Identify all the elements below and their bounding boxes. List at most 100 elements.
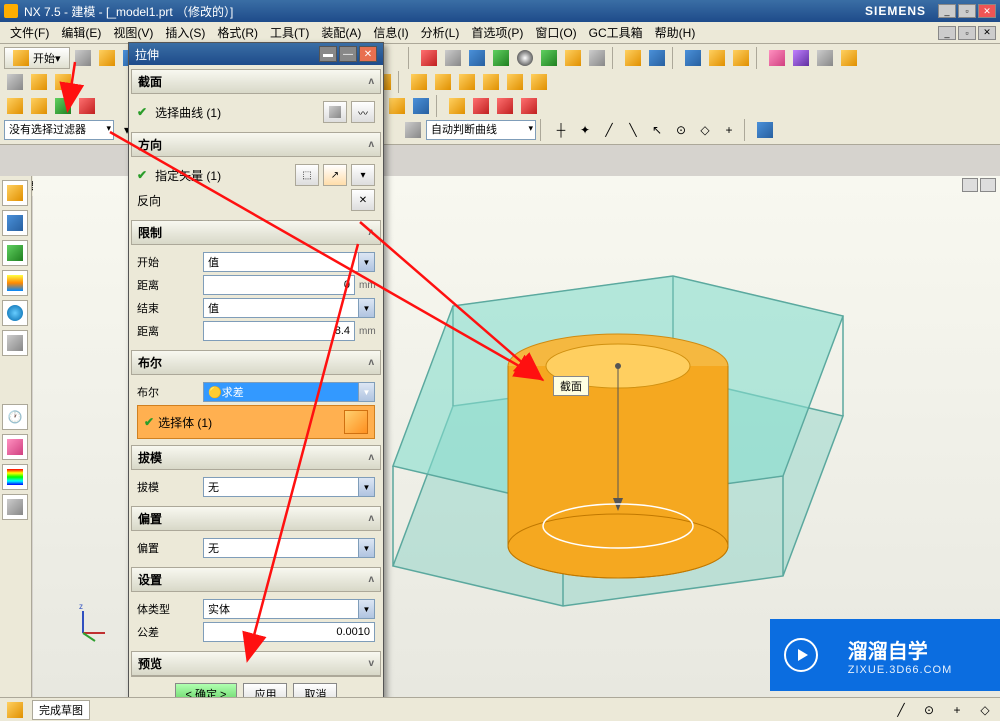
menu-info[interactable]: 信息(I) (367, 22, 414, 43)
curve-rule-combo[interactable]: 自动判断曲线 (426, 120, 536, 140)
status-snap2-icon[interactable]: ⊙ (918, 699, 940, 721)
menu-format[interactable]: 格式(R) (211, 22, 264, 43)
tb-subtract-icon[interactable] (432, 71, 454, 93)
tb-hide-icon[interactable] (646, 47, 668, 69)
res-spectrum-icon[interactable] (2, 464, 28, 490)
menu-assembly[interactable]: 装配(A) (315, 22, 367, 43)
maximize-button[interactable]: ▫ (958, 4, 976, 18)
sketch-section-button[interactable] (323, 101, 347, 123)
tb-wcs3-icon[interactable] (730, 47, 752, 69)
section-header-section[interactable]: 截面ʌ (131, 69, 381, 94)
menu-analysis[interactable]: 分析(L) (415, 22, 466, 43)
mdi-minimize-button[interactable]: _ (938, 26, 956, 40)
status-snap3-icon[interactable]: + (946, 699, 968, 721)
menu-gc[interactable]: GC工具箱 (583, 22, 649, 43)
dialog-close-button[interactable]: ✕ (359, 46, 377, 62)
tb-curve3-icon[interactable] (52, 95, 74, 117)
tb-pattern-icon[interactable] (504, 71, 526, 93)
snap3-icon[interactable]: ╱ (598, 119, 620, 141)
tb-open-icon[interactable] (96, 47, 118, 69)
tb-wcs2-icon[interactable] (706, 47, 728, 69)
tb-misc1-icon[interactable] (766, 47, 788, 69)
res-navigator-icon[interactable] (2, 180, 28, 206)
vector-inferred-button[interactable]: ↗ (323, 164, 347, 186)
menu-edit[interactable]: 编辑(E) (55, 22, 107, 43)
tolerance-input[interactable] (203, 622, 375, 642)
curve-rule-button[interactable]: 〰 (351, 101, 375, 123)
end-distance-input[interactable] (203, 321, 355, 341)
dialog-pin-button[interactable]: ▬ (319, 46, 337, 62)
tb-layer-icon[interactable] (622, 47, 644, 69)
snap2-icon[interactable]: ✦ (574, 119, 596, 141)
tb-sk2-icon[interactable] (386, 95, 408, 117)
tb-intersect-icon[interactable] (456, 71, 478, 93)
snap8-icon[interactable]: + (718, 119, 740, 141)
menu-preferences[interactable]: 首选项(P) (465, 22, 529, 43)
snap6-icon[interactable]: ⊙ (670, 119, 692, 141)
tb-arc-icon[interactable] (494, 95, 516, 117)
minimize-button[interactable]: _ (938, 4, 956, 18)
tb-wireframe-icon[interactable] (538, 47, 560, 69)
status-sketch-icon[interactable] (4, 699, 26, 721)
tb-shaded-icon[interactable] (562, 47, 584, 69)
tb-shell-icon[interactable] (480, 71, 502, 93)
tb-rotate-icon[interactable] (490, 47, 512, 69)
close-button[interactable]: ✕ (978, 4, 996, 18)
tb-curve1-icon[interactable] (4, 95, 26, 117)
draft-combo[interactable]: 无▼ (203, 477, 375, 497)
res-part-icon[interactable] (2, 210, 28, 236)
tb-render-icon[interactable] (514, 47, 536, 69)
res-roles-icon[interactable] (2, 434, 28, 460)
res-history-icon[interactable] (2, 330, 28, 356)
dialog-titlebar[interactable]: 拉伸 ▬ — ✕ (129, 43, 383, 65)
tb-misc2-icon[interactable] (790, 47, 812, 69)
offset-combo[interactable]: 无▼ (203, 538, 375, 558)
section-header-limits[interactable]: 限制ʌ (131, 220, 381, 245)
mdi-restore-button[interactable]: ▫ (958, 26, 976, 40)
snap7-icon[interactable]: ◇ (694, 119, 716, 141)
tb-sketch-icon[interactable] (4, 71, 26, 93)
reverse-direction-button[interactable]: ✕ (351, 189, 375, 211)
vp-grid-icon[interactable] (980, 178, 996, 192)
section-header-settings[interactable]: 设置ʌ (131, 567, 381, 592)
vector-dropdown-button[interactable]: ▾ (351, 164, 375, 186)
dialog-min-button[interactable]: — (339, 46, 357, 62)
specify-vector-label[interactable]: 指定矢量 (1) (155, 167, 291, 184)
res-ie-icon[interactable] (2, 300, 28, 326)
res-reuse-icon[interactable] (2, 240, 28, 266)
tb-curve4-icon[interactable] (76, 95, 98, 117)
start-button[interactable]: 开始 ▾ (4, 47, 70, 69)
tb-new-icon[interactable] (72, 47, 94, 69)
snap-rect-icon[interactable] (402, 119, 424, 141)
menu-window[interactable]: 窗口(O) (529, 22, 582, 43)
mdi-close-button[interactable]: ✕ (978, 26, 996, 40)
tb-misc3-icon[interactable] (814, 47, 836, 69)
tb-jt-icon[interactable] (586, 47, 608, 69)
snap4-icon[interactable]: ╲ (622, 119, 644, 141)
snap5-icon[interactable]: ↖ (646, 119, 668, 141)
snap-box-icon[interactable] (754, 119, 776, 141)
menu-view[interactable]: 视图(V) (107, 22, 159, 43)
selection-filter-combo[interactable]: 没有选择过滤器 (4, 120, 114, 140)
tb-unite-icon[interactable] (408, 71, 430, 93)
tb-pan-icon[interactable] (466, 47, 488, 69)
tb-extrude-icon[interactable] (52, 71, 74, 93)
tb-mirror-icon[interactable] (528, 71, 550, 93)
vector-dialog-button[interactable]: ⬚ (295, 164, 319, 186)
vp-maximize-icon[interactable] (962, 178, 978, 192)
start-distance-input[interactable] (203, 275, 355, 295)
res-hd3d-icon[interactable] (2, 270, 28, 296)
section-header-boolean[interactable]: 布尔ʌ (131, 350, 381, 375)
tb-misc4-icon[interactable] (838, 47, 860, 69)
status-snap4-icon[interactable]: ◇ (974, 699, 996, 721)
body-type-combo[interactable]: 实体▼ (203, 599, 375, 619)
tb-wcs1-icon[interactable] (682, 47, 704, 69)
tb-datum-icon[interactable] (28, 71, 50, 93)
tb-zoom-icon[interactable] (442, 47, 464, 69)
end-type-combo[interactable]: 值▼ (203, 298, 375, 318)
menu-tools[interactable]: 工具(T) (264, 22, 315, 43)
section-header-direction[interactable]: 方向ʌ (131, 132, 381, 157)
boolean-combo[interactable]: 🟡 求差▼ (203, 382, 375, 402)
snap1-icon[interactable]: ┼ (550, 119, 572, 141)
menu-help[interactable]: 帮助(H) (649, 22, 702, 43)
